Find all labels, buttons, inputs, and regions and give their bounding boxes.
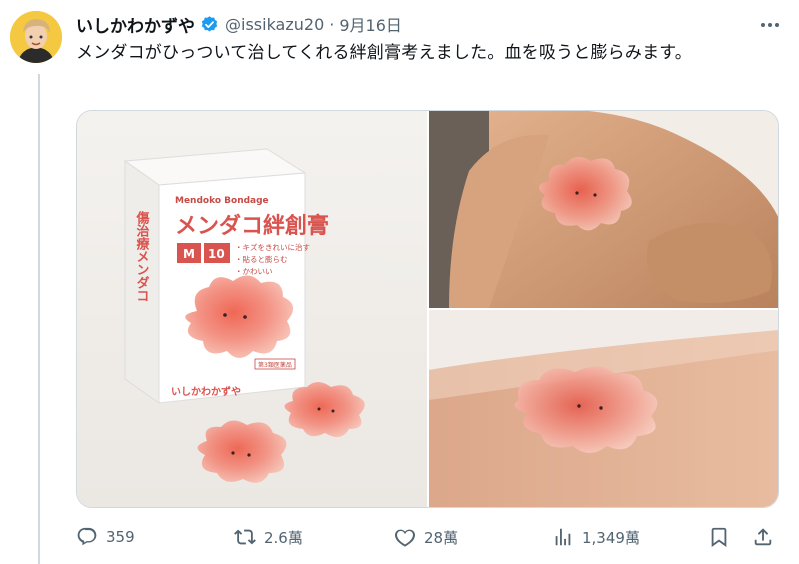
views-chart-icon (555, 528, 571, 546)
box-maker: いしかわかずや (171, 385, 241, 398)
share-icon (754, 528, 772, 546)
like-count: 28萬 (424, 528, 459, 547)
separator-dot: · (329, 14, 335, 34)
box-title: メンダコ絆創膏 (175, 213, 329, 239)
product-box-photo[interactable]: 傷治療メンダコ Mendoko Bondage メンダコ絆創膏 M 10 ・キズ… (77, 111, 427, 507)
tweet-date[interactable]: 9月16日 (339, 12, 402, 36)
box-size-tag-10: 10 (208, 247, 225, 261)
heart-icon (394, 529, 416, 547)
knee-photo[interactable] (429, 111, 778, 308)
view-count: 1,349萬 (582, 528, 640, 547)
like-button[interactable]: 28萬 (394, 522, 458, 552)
retweet-button[interactable]: 2.6萬 (234, 522, 303, 552)
arm-photo[interactable] (429, 310, 778, 507)
action-bar: 359 2.6萬 28萬 1,349萬 (76, 522, 782, 552)
box-bullet-3: ・かわいい (235, 267, 273, 276)
tweet-text: メンダコがひっついて治してくれる絆創膏考えました。血を吸うと膨らみます。 (76, 43, 692, 63)
tweet-header: いしかわかずや @issikazu20 · 9月16日 (76, 12, 787, 37)
retweet-count: 2.6萬 (264, 528, 303, 547)
author-handle[interactable]: @issikazu20 (225, 15, 324, 34)
bookmark-button[interactable] (708, 522, 730, 552)
box-bullet-2: ・貼ると膨らむ (235, 254, 288, 264)
share-button[interactable] (752, 522, 774, 552)
verified-badge-icon (200, 15, 219, 34)
box-size-tag-m: M (183, 247, 195, 261)
author-name[interactable]: いしかわかずや (76, 12, 195, 37)
box-bullet-1: ・キズをきれいに治す (235, 242, 310, 252)
media-grid: 傷治療メンダコ Mendoko Bondage メンダコ絆創膏 M 10 ・キズ… (76, 110, 779, 508)
more-options-icon[interactable] (755, 15, 785, 35)
thread-line (38, 74, 40, 564)
reply-button[interactable]: 359 (76, 522, 135, 552)
box-side-text: 傷治療メンダコ (134, 210, 151, 302)
reply-count: 359 (106, 528, 135, 546)
views-button[interactable]: 1,349萬 (552, 522, 640, 552)
reply-icon (77, 527, 97, 546)
retweet-icon (234, 529, 256, 545)
box-brand: Mendoko Bondage (175, 196, 269, 206)
box-badge: 第3類医薬品 (258, 361, 292, 369)
avatar[interactable] (10, 11, 62, 63)
bookmark-icon (711, 527, 727, 547)
